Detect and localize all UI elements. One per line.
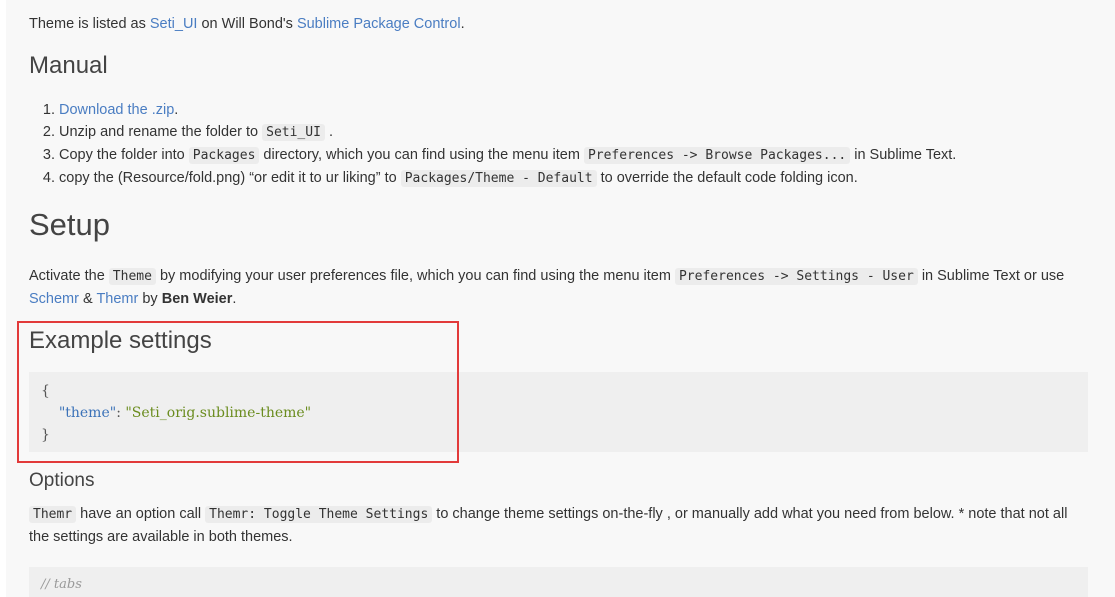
inline-code: Packages/Theme - Default bbox=[400, 170, 597, 187]
code-comment: // tabs bbox=[41, 577, 82, 592]
list-item: Download the .zip. bbox=[59, 99, 956, 121]
setup-heading: Setup bbox=[29, 207, 111, 242]
json-value: "Seti_orig.sublime-theme" bbox=[125, 405, 312, 421]
manual-steps-list: Download the .zip. Unzip and rename the … bbox=[29, 99, 956, 190]
setup-paragraph: Activate the Theme by modifying your use… bbox=[29, 268, 1065, 307]
inline-code: Seti_UI bbox=[262, 124, 325, 141]
example-code-block: { "theme": "Seti_orig.sublime-theme" } bbox=[29, 372, 1088, 452]
inline-code: Packages bbox=[188, 147, 260, 164]
readme-page: Theme is listed as Seti_UI on Will Bond'… bbox=[6, 0, 1115, 597]
manual-heading: Manual bbox=[29, 52, 108, 79]
list-item: Copy the folder into Packages directory,… bbox=[59, 144, 956, 167]
themr-link[interactable]: Themr bbox=[96, 291, 138, 307]
json-key: "theme" bbox=[58, 405, 117, 421]
schemr-link[interactable]: Schemr bbox=[29, 291, 79, 307]
download-zip-link[interactable]: Download the .zip bbox=[59, 102, 174, 118]
inline-code: Themr: Toggle Theme Settings bbox=[205, 506, 433, 523]
example-settings-heading: Example settings bbox=[29, 327, 212, 354]
list-item: copy the (Resource/fold.png) “or edit it… bbox=[59, 167, 956, 190]
inline-code: Preferences -> Browse Packages... bbox=[583, 147, 851, 164]
intro-paragraph: Theme is listed as Seti_UI on Will Bond'… bbox=[29, 16, 465, 32]
options-paragraph: Themr have an option call Themr: Toggle … bbox=[29, 506, 1068, 545]
inline-code: Themr bbox=[29, 506, 77, 523]
options-heading: Options bbox=[29, 470, 95, 491]
author-name: Ben Weier bbox=[161, 291, 233, 307]
list-item: Unzip and rename the folder to Seti_UI . bbox=[59, 121, 956, 144]
inline-code: Preferences -> Settings - User bbox=[674, 268, 918, 285]
seti-ui-link[interactable]: Seti_UI bbox=[150, 16, 198, 32]
inline-code: Theme bbox=[108, 268, 156, 285]
tabs-code-block: // tabs bbox=[29, 567, 1088, 597]
package-control-link[interactable]: Sublime Package Control bbox=[297, 16, 461, 32]
